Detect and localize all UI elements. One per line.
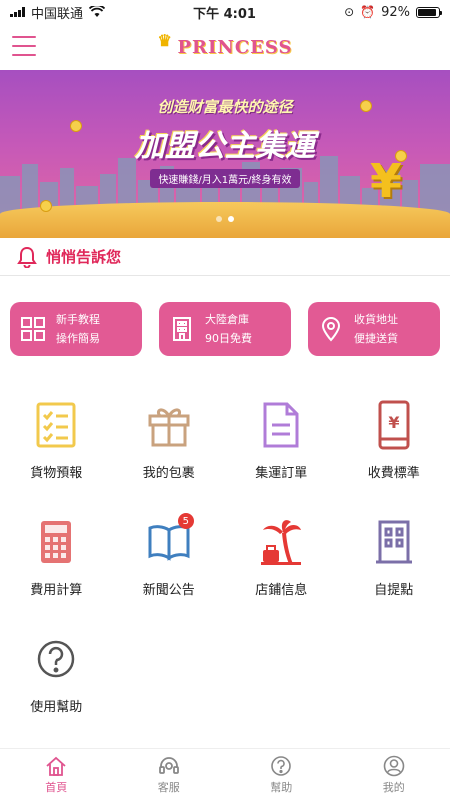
tab-profile[interactable]: 我的 bbox=[338, 749, 450, 800]
tab-label: 首頁 bbox=[45, 780, 68, 794]
grid-item-orders[interactable]: 集運訂單 bbox=[225, 394, 338, 511]
phone-yen-icon: ¥ bbox=[378, 400, 410, 450]
help-circle-icon bbox=[38, 640, 75, 678]
banner-slogan: 创造财富最快的途径 加盟公主集運 快速賺錢/月入1萬元/終身有效 bbox=[110, 96, 340, 188]
menu-icon[interactable] bbox=[12, 36, 36, 56]
tab-label: 我的 bbox=[382, 780, 405, 794]
notice-text: 悄悄告訴您 bbox=[46, 248, 122, 266]
quick-card-text: 收貨地址 便捷送貨 bbox=[354, 310, 398, 348]
carrier-name: 中国联通 bbox=[31, 6, 84, 22]
grid-label: 收費標準 bbox=[367, 466, 420, 481]
office-building-icon bbox=[375, 520, 412, 564]
building-icon bbox=[173, 317, 191, 341]
grid-label: 我的包裹 bbox=[142, 466, 195, 481]
pagination-dot[interactable] bbox=[216, 216, 222, 222]
wifi-icon bbox=[89, 6, 106, 17]
tab-home[interactable]: 首頁 bbox=[0, 749, 113, 800]
notification-badge: 5 bbox=[177, 513, 194, 529]
tab-customer-service[interactable]: 客服 bbox=[113, 749, 226, 800]
crown-icon: ♛ bbox=[157, 30, 173, 50]
calculator-icon bbox=[41, 521, 72, 563]
grid-label: 集運訂單 bbox=[255, 466, 308, 481]
status-left: 中国联通 bbox=[10, 3, 106, 22]
quick-cards: 新手教程 操作簡易 大陸倉庫 90日免費 收貨地址 便捷送貨 bbox=[10, 302, 440, 356]
grid-item-pickup[interactable]: 自提點 bbox=[338, 511, 450, 628]
quick-card-line1: 大陸倉庫 bbox=[205, 313, 249, 326]
alarm-icon: ⏰ bbox=[360, 5, 376, 19]
battery-percent: 92% bbox=[381, 4, 410, 20]
quick-card-line1: 新手教程 bbox=[56, 313, 100, 326]
quick-card-text: 大陸倉庫 90日免費 bbox=[205, 310, 252, 348]
grid-label: 使用幫助 bbox=[30, 700, 83, 715]
status-time: 下午 4:01 bbox=[193, 6, 256, 22]
grid-label: 新聞公告 bbox=[142, 583, 195, 598]
grid-item-news[interactable]: 5 新聞公告 bbox=[113, 511, 226, 628]
app-header: ♛ PRINCESS bbox=[0, 24, 450, 70]
banner-pagination bbox=[216, 216, 234, 222]
svg-text:¥: ¥ bbox=[388, 413, 399, 432]
grid-item-packages[interactable]: 我的包裹 bbox=[113, 394, 226, 511]
grid-label: 貨物預報 bbox=[30, 466, 83, 481]
banner-line2: 加盟公主集運 bbox=[135, 129, 315, 164]
tab-label: 幫助 bbox=[270, 780, 293, 794]
grid-label: 自提點 bbox=[374, 583, 414, 598]
quick-card-line2: 操作簡易 bbox=[56, 332, 100, 345]
banner-line1: 创造财富最快的途径 bbox=[157, 98, 293, 116]
quick-card-line1: 收貨地址 bbox=[354, 313, 398, 326]
quick-card-line2: 便捷送貨 bbox=[354, 332, 398, 345]
yen-icon: ¥ bbox=[369, 154, 402, 208]
quick-card-tutorial[interactable]: 新手教程 操作簡易 bbox=[10, 302, 142, 356]
notice-bar[interactable]: 悄悄告訴您 bbox=[0, 238, 450, 276]
tab-help[interactable]: 幫助 bbox=[225, 749, 338, 800]
question-icon bbox=[271, 755, 292, 776]
logo: ♛ PRINCESS bbox=[157, 31, 293, 58]
status-bar: 中国联通 下午 4:01 ⊙ ⏰ 92% bbox=[0, 0, 450, 24]
status-right: ⊙ ⏰ 92% bbox=[344, 4, 442, 20]
grid-item-help[interactable]: 使用幫助 bbox=[0, 628, 113, 745]
quick-card-text: 新手教程 操作簡易 bbox=[56, 310, 100, 348]
gift-icon bbox=[148, 408, 190, 447]
tab-label: 客服 bbox=[157, 780, 180, 794]
quick-card-line2: 90日免費 bbox=[205, 332, 252, 345]
checklist-icon bbox=[36, 402, 76, 448]
coin-icon bbox=[70, 120, 82, 132]
grid-label: 店鋪信息 bbox=[255, 583, 308, 598]
pagination-dot[interactable] bbox=[228, 216, 234, 222]
user-icon bbox=[383, 755, 405, 776]
grid-item-calculator[interactable]: 費用計算 bbox=[0, 511, 113, 628]
bell-icon bbox=[17, 246, 37, 268]
banner-line3: 快速賺錢/月入1萬元/終身有效 bbox=[150, 169, 300, 188]
grid-squares-icon bbox=[21, 317, 45, 341]
headset-icon bbox=[158, 756, 179, 774]
battery-icon bbox=[416, 6, 442, 18]
grid-label: 費用計算 bbox=[30, 583, 83, 598]
coin-icon bbox=[40, 200, 52, 212]
rotation-lock-icon: ⊙ bbox=[344, 5, 355, 19]
grid-item-forecast[interactable]: 貨物預報 bbox=[0, 394, 113, 511]
promo-banner[interactable]: 创造财富最快的途径 加盟公主集運 快速賺錢/月入1萬元/終身有效 ¥ bbox=[0, 70, 450, 238]
bottom-tab-bar: 首頁 客服 幫助 我的 bbox=[0, 748, 450, 800]
palm-tree-shop-icon bbox=[261, 520, 302, 565]
grid-item-shop-info[interactable]: 店鋪信息 bbox=[225, 511, 338, 628]
logo-text: PRINCESS bbox=[177, 36, 293, 58]
grid-item-pricing[interactable]: ¥ 收費標準 bbox=[338, 394, 450, 511]
quick-card-warehouse[interactable]: 大陸倉庫 90日免費 bbox=[159, 302, 291, 356]
document-icon bbox=[263, 402, 299, 448]
quick-card-address[interactable]: 收貨地址 便捷送貨 bbox=[308, 302, 440, 356]
coin-icon bbox=[360, 100, 372, 112]
location-pin-icon bbox=[321, 317, 341, 342]
home-icon bbox=[46, 756, 66, 776]
signal-icon bbox=[10, 7, 25, 17]
function-grid: 貨物預報 我的包裹 集運訂單 ¥ 收費標準 費用計算 5 新聞公告 店鋪信息 自… bbox=[0, 394, 450, 745]
